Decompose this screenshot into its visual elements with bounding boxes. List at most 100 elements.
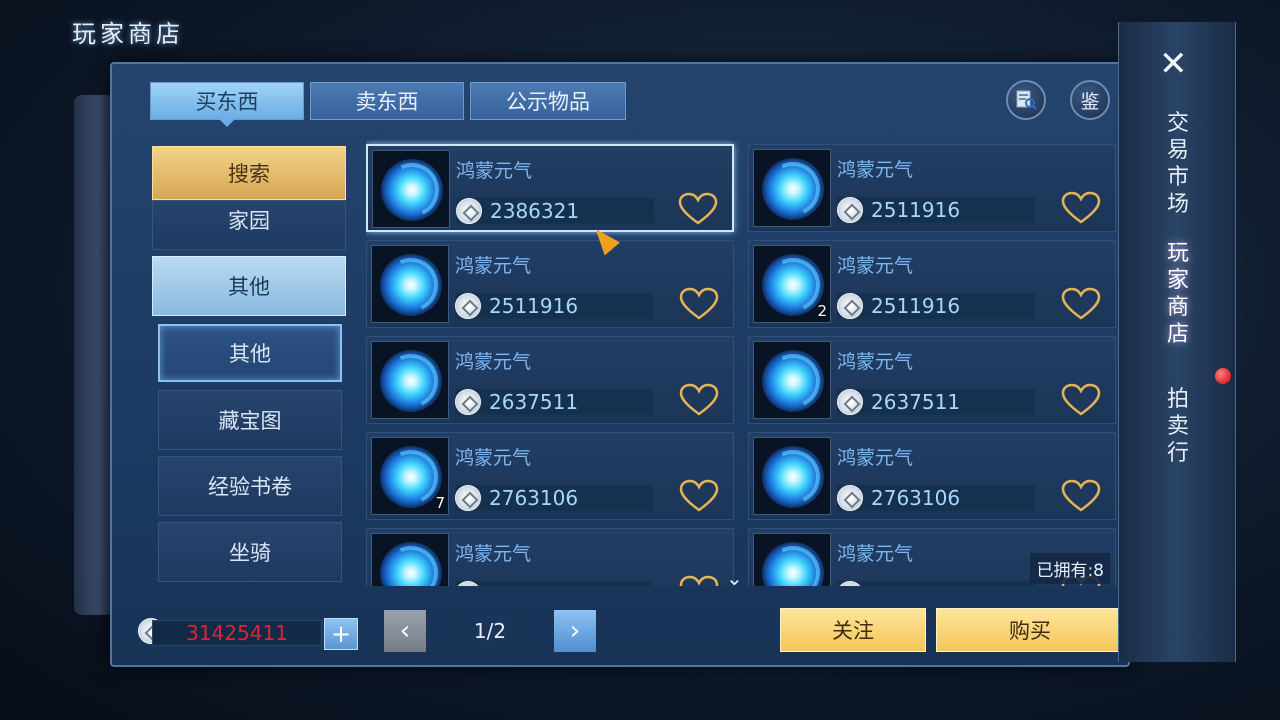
heart-icon[interactable] [678,192,718,226]
primal-qi-orb-icon [762,254,824,316]
item-price-bar [455,581,653,586]
heart-icon[interactable] [1061,383,1101,417]
subcategory-mount[interactable]: 坐骑 [158,522,342,582]
heart-icon[interactable] [679,479,719,513]
coin-icon [837,293,863,319]
side-nav-scroll: ✕ 交易市场 玩家商店 拍卖行 [1118,22,1236,662]
coin-icon [455,581,481,586]
heart-icon[interactable] [679,383,719,417]
item-price: 2763106 [871,486,961,510]
side-nav-player-shop[interactable]: 玩家商店 [1163,240,1193,348]
item-name: 鸿蒙元气 [837,543,914,565]
tab-buy[interactable]: 买东西 [150,82,304,127]
heart-icon[interactable] [1061,191,1101,225]
subcategory-treasure-map[interactable]: 藏宝图 [158,390,342,450]
primal-qi-orb-icon [380,542,442,586]
primal-qi-orb-icon [762,542,824,586]
item-card[interactable]: 鸿蒙元气 2511916 [366,240,734,328]
item-icon [753,341,831,419]
item-price-bar: 2637511 [837,389,1035,415]
side-nav-auction[interactable]: 拍卖行 [1163,386,1193,467]
subcategory-exp-scroll[interactable]: 经验书卷 [158,456,342,516]
item-list[interactable]: 鸿蒙元气 2386321 鸿蒙元气 2511916 鸿蒙元气 2511916 2… [366,140,1126,586]
item-price-bar: 2637511 [455,389,653,415]
side-nav-trade-market[interactable]: 交易市场 [1163,110,1193,218]
coin-icon [837,197,863,223]
item-name: 鸿蒙元气 [455,447,532,469]
item-name: 鸿蒙元气 [837,447,914,469]
item-icon [371,341,449,419]
category-other[interactable]: 其他 [152,256,346,316]
search-record-button[interactable] [1006,80,1046,120]
item-card[interactable]: 鸿蒙元气 [366,528,734,586]
heart-icon[interactable] [679,575,719,586]
primal-qi-orb-icon [762,446,824,508]
item-price: 2386321 [490,199,580,223]
coin-icon [455,293,481,319]
item-name: 鸿蒙元气 [837,159,914,181]
appraise-button[interactable]: 鉴 [1070,80,1110,120]
category-search[interactable]: 搜索 [152,146,346,200]
coin-icon [837,485,863,511]
category-home[interactable]: 家园 [152,200,346,250]
next-page-button[interactable]: › [554,610,596,652]
primal-qi-orb-icon [381,159,443,221]
item-card[interactable]: 2 鸿蒙元气 2511916 [748,240,1116,328]
close-icon[interactable]: ✕ [1159,44,1188,84]
item-name: 鸿蒙元气 [456,160,533,182]
buy-button[interactable]: 购买 [936,608,1124,652]
item-icon [372,150,450,228]
item-count: 7 [435,494,445,512]
heart-icon[interactable] [1061,479,1101,513]
heart-icon[interactable] [1061,287,1101,321]
item-icon [753,437,831,515]
coin-icon [837,389,863,415]
item-price-bar: 2511916 [837,293,1035,319]
page-title: 玩家商店 [72,20,184,48]
item-price-bar: 2763106 [837,485,1035,511]
item-price: 2511916 [871,294,961,318]
item-card[interactable]: 鸿蒙元气 2386321 [366,144,734,232]
item-name: 鸿蒙元气 [837,351,914,373]
item-price-bar: 2386321 [456,198,654,224]
item-icon: 7 [371,437,449,515]
item-price: 2637511 [489,390,579,414]
shop-panel: 买东西 卖东西 公示物品 鉴 搜索 家园 其他 其他 藏宝图 经验书卷 坐骑 鸿… [110,62,1130,667]
item-card[interactable]: 鸿蒙元气 2511916 [748,144,1116,232]
primal-qi-orb-icon [380,254,442,316]
page-indicator: 1/2 [428,614,552,648]
primal-qi-orb-icon [380,446,442,508]
item-name: 鸿蒙元气 [455,543,532,565]
item-price: 2511916 [871,198,961,222]
primal-qi-orb-icon [762,350,824,412]
chevron-down-icon[interactable]: ⌄ [726,566,743,590]
prev-page-button[interactable]: ‹ [384,610,426,652]
item-price: 2511916 [489,294,579,318]
tab-sell[interactable]: 卖东西 [310,82,464,120]
item-card[interactable]: 鸿蒙元气 2637511 [366,336,734,424]
item-card[interactable]: 鸿蒙元气 2763106 [748,432,1116,520]
primal-qi-orb-icon [762,158,824,220]
coin-icon [837,581,863,586]
coin-icon [456,198,482,224]
heart-icon[interactable] [679,287,719,321]
item-card[interactable]: 7 鸿蒙元气 2763106 [366,432,734,520]
item-price: 2637511 [871,390,961,414]
tab-public-items[interactable]: 公示物品 [470,82,626,120]
coin-icon [455,389,481,415]
item-price-bar [837,581,1035,586]
item-name: 鸿蒙元气 [455,351,532,373]
item-count: 2 [817,302,827,320]
subcategory-other[interactable]: 其他 [158,324,342,382]
item-price: 2763106 [489,486,579,510]
item-icon [753,149,831,227]
follow-button[interactable]: 关注 [780,608,926,652]
coin-icon [455,485,481,511]
item-card[interactable]: 鸿蒙元气 2637511 [748,336,1116,424]
item-price-bar: 2511916 [837,197,1035,223]
item-price-bar: 2763106 [455,485,653,511]
add-money-button[interactable]: + [324,618,358,650]
scroll-roller-decoration [74,95,114,615]
item-price-bar: 2511916 [455,293,653,319]
item-name: 鸿蒙元气 [837,255,914,277]
